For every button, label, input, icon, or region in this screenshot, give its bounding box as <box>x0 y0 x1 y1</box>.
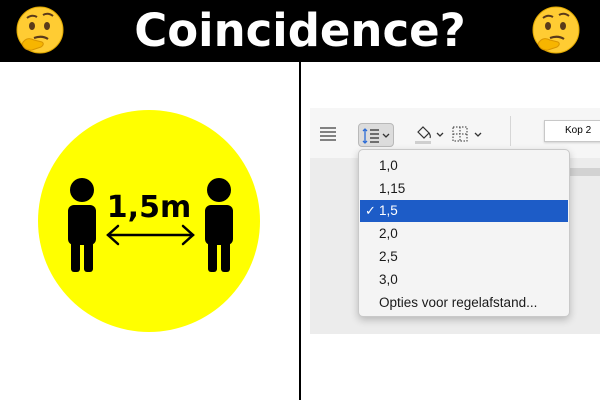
spacing-option[interactable]: 3,0 <box>360 269 568 291</box>
align-justify-icon[interactable] <box>320 127 336 141</box>
line-spacing-dropdown: 1,0 1,15 ✓ 1,5 2,0 2,5 3,0 Opties voor r… <box>358 149 570 317</box>
checkmark-icon: ✓ <box>365 203 376 218</box>
panel-divider <box>299 62 301 400</box>
line-spacing-button[interactable] <box>358 123 394 147</box>
spacing-option[interactable]: 2,5 <box>360 246 568 268</box>
page-title: Coincidence? <box>134 4 466 57</box>
distancing-sign: 1,5m <box>38 110 260 332</box>
line-spacing-icon <box>362 128 390 144</box>
paint-bucket-icon[interactable] <box>412 123 446 147</box>
spacing-option[interactable]: 1,0 <box>360 155 568 177</box>
borders-icon[interactable] <box>450 123 486 147</box>
spacing-option[interactable]: 2,0 <box>360 223 568 245</box>
thinking-face-icon <box>532 6 580 54</box>
ruler-strip <box>565 168 600 176</box>
spacing-option[interactable]: 1,15 <box>360 178 568 200</box>
spacing-options-link[interactable]: Opties voor regelafstand... <box>360 292 568 314</box>
spacing-option-selected[interactable]: ✓ 1,5 <box>360 200 568 222</box>
toolbar-separator <box>510 116 511 146</box>
distance-label: 1,5m <box>106 190 192 225</box>
chevron-down-icon <box>382 133 390 138</box>
title-banner: Coincidence? <box>0 0 600 62</box>
style-kop2[interactable]: Kop 2 <box>544 120 600 142</box>
